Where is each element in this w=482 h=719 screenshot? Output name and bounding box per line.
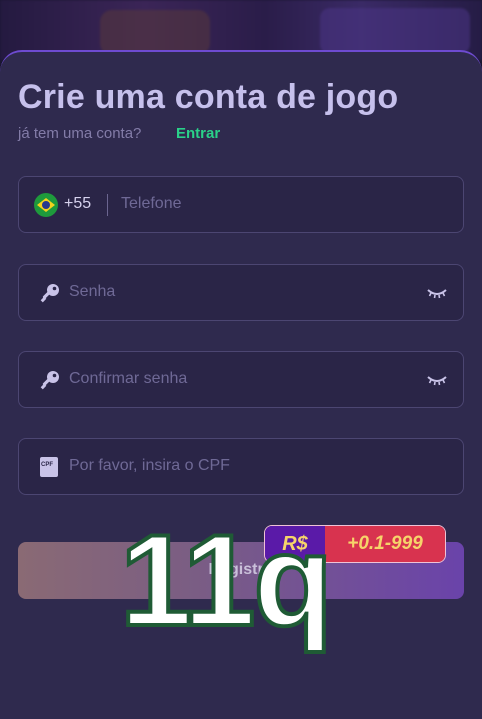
phone-field[interactable]: +55 Telefone xyxy=(18,176,464,233)
country-code[interactable]: +55 xyxy=(64,195,91,213)
phone-input[interactable]: Telefone xyxy=(121,195,182,213)
brazil-flag-icon xyxy=(34,193,58,217)
key-icon xyxy=(40,371,59,390)
eye-closed-icon[interactable] xyxy=(427,374,447,386)
banner-promo-right xyxy=(320,8,470,54)
cpf-card-icon: CPF xyxy=(40,457,58,477)
confirm-password-field[interactable]: Confirmar senha xyxy=(18,351,464,408)
page-title: Crie uma conta de jogo xyxy=(18,78,399,116)
cpf-input[interactable]: Por favor, insira o CPF xyxy=(69,457,230,475)
password-input[interactable]: Senha xyxy=(69,283,115,301)
banner-promo-left xyxy=(100,10,210,55)
key-icon xyxy=(40,284,59,303)
confirm-password-input[interactable]: Confirmar senha xyxy=(69,370,187,388)
password-field[interactable]: Senha xyxy=(18,264,464,321)
login-link[interactable]: Entrar xyxy=(176,125,220,142)
bonus-amount: +0.1-999 xyxy=(325,526,445,562)
cpf-field[interactable]: CPF Por favor, insira o CPF xyxy=(18,438,464,495)
eye-closed-icon[interactable] xyxy=(427,287,447,299)
field-divider xyxy=(107,194,108,216)
overlay-watermark-text: 11q xyxy=(118,507,335,653)
login-prompt: já tem uma conta? xyxy=(18,125,142,142)
